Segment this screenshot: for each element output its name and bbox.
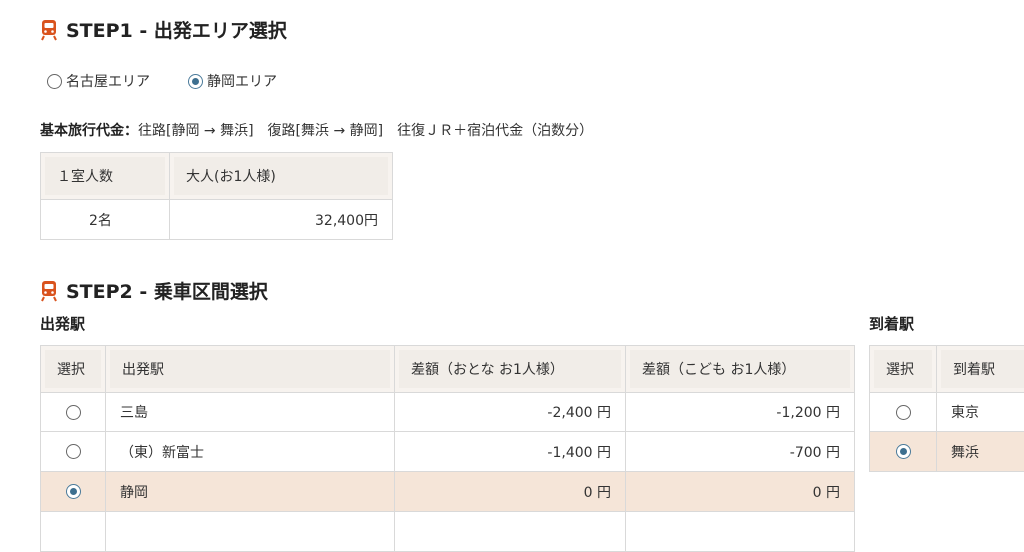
- arrival-row-maihama[interactable]: 舞浜: [870, 432, 1024, 472]
- table-header: 差額（おとな お1人様）: [395, 346, 626, 393]
- table-row: 2名 32,400円: [41, 200, 393, 240]
- room-count-cell: 2名: [41, 200, 170, 240]
- price-label: 基本旅行代金：: [40, 123, 138, 139]
- area-option-shizuoka[interactable]: 静岡エリア: [188, 71, 277, 91]
- area-option-label: 静岡エリア: [207, 71, 277, 91]
- select-cell: [41, 432, 106, 472]
- radio-checked-icon[interactable]: [66, 484, 81, 499]
- departure-table: 選択 出発駅 差額（おとな お1人様） 差額（こども お1人様） 三島 -2,4…: [40, 345, 855, 552]
- station-cell: 東京: [937, 393, 1024, 432]
- table-header: 選択: [870, 346, 937, 393]
- price-description: 基本旅行代金：往路[静岡 → 舞浜] 復路[舞浜 → 静岡] 往復ＪＲ＋宿泊代金…: [40, 120, 593, 140]
- adult-diff-cell: -2,400 円: [395, 393, 626, 432]
- area-option-nagoya[interactable]: 名古屋エリア: [47, 71, 150, 91]
- radio-checked-icon[interactable]: [188, 74, 203, 89]
- arrival-title: 到着駅: [869, 313, 914, 334]
- radio-icon[interactable]: [66, 405, 81, 420]
- select-cell: [41, 472, 106, 512]
- select-cell: [41, 393, 106, 432]
- adult-diff-cell: -1,400 円: [395, 432, 626, 472]
- departure-row-partial[interactable]: [41, 512, 855, 552]
- radio-icon[interactable]: [47, 74, 62, 89]
- station-cell: 舞浜: [937, 432, 1024, 472]
- step1-heading-text: STEP1 - 出発エリア選択: [66, 16, 287, 43]
- table-header: 出発駅: [106, 346, 395, 393]
- station-cell: 静岡: [106, 472, 395, 512]
- table-header: 到着駅: [937, 346, 1024, 393]
- radio-checked-icon[interactable]: [896, 444, 911, 459]
- step1-heading: STEP1 - 出発エリア選択: [40, 16, 287, 43]
- step2-heading-text: STEP2 - 乗車区間選択: [66, 277, 268, 304]
- child-diff-cell: [626, 512, 855, 552]
- departure-row-shinfuji[interactable]: （東）新富士 -1,400 円 -700 円: [41, 432, 855, 472]
- area-radio-group: 名古屋エリア 静岡エリア: [47, 71, 277, 91]
- train-icon: [40, 280, 58, 302]
- departure-title: 出発駅: [40, 313, 85, 334]
- child-diff-cell: 0 円: [626, 472, 855, 512]
- step2-heading: STEP2 - 乗車区間選択: [40, 277, 268, 304]
- departure-row-shizuoka[interactable]: 静岡 0 円 0 円: [41, 472, 855, 512]
- child-diff-cell: -700 円: [626, 432, 855, 472]
- radio-icon[interactable]: [66, 444, 81, 459]
- select-cell: [870, 432, 937, 472]
- adult-diff-cell: [395, 512, 626, 552]
- adult-price-cell: 32,400円: [170, 200, 393, 240]
- select-cell: [870, 393, 937, 432]
- train-icon: [40, 19, 58, 41]
- table-header: 差額（こども お1人様）: [626, 346, 855, 393]
- adult-diff-cell: 0 円: [395, 472, 626, 512]
- arrival-table: 選択 到着駅 東京 舞浜: [869, 345, 1024, 472]
- price-desc-text: 往路[静岡 → 舞浜] 復路[舞浜 → 静岡] 往復ＪＲ＋宿泊代金（泊数分）: [138, 123, 593, 139]
- child-diff-cell: -1,200 円: [626, 393, 855, 432]
- departure-row-mishima[interactable]: 三島 -2,400 円 -1,200 円: [41, 393, 855, 432]
- base-price-table: １室人数 大人(お1人様) 2名 32,400円: [40, 152, 393, 240]
- station-cell: （東）新富士: [106, 432, 395, 472]
- station-cell: 三島: [106, 393, 395, 432]
- table-header: １室人数: [41, 153, 170, 200]
- select-cell: [41, 512, 106, 552]
- station-cell: [106, 512, 395, 552]
- arrival-row-tokyo[interactable]: 東京: [870, 393, 1024, 432]
- table-header: 大人(お1人様): [170, 153, 393, 200]
- area-option-label: 名古屋エリア: [66, 71, 150, 91]
- radio-icon[interactable]: [896, 405, 911, 420]
- table-header: 選択: [41, 346, 106, 393]
